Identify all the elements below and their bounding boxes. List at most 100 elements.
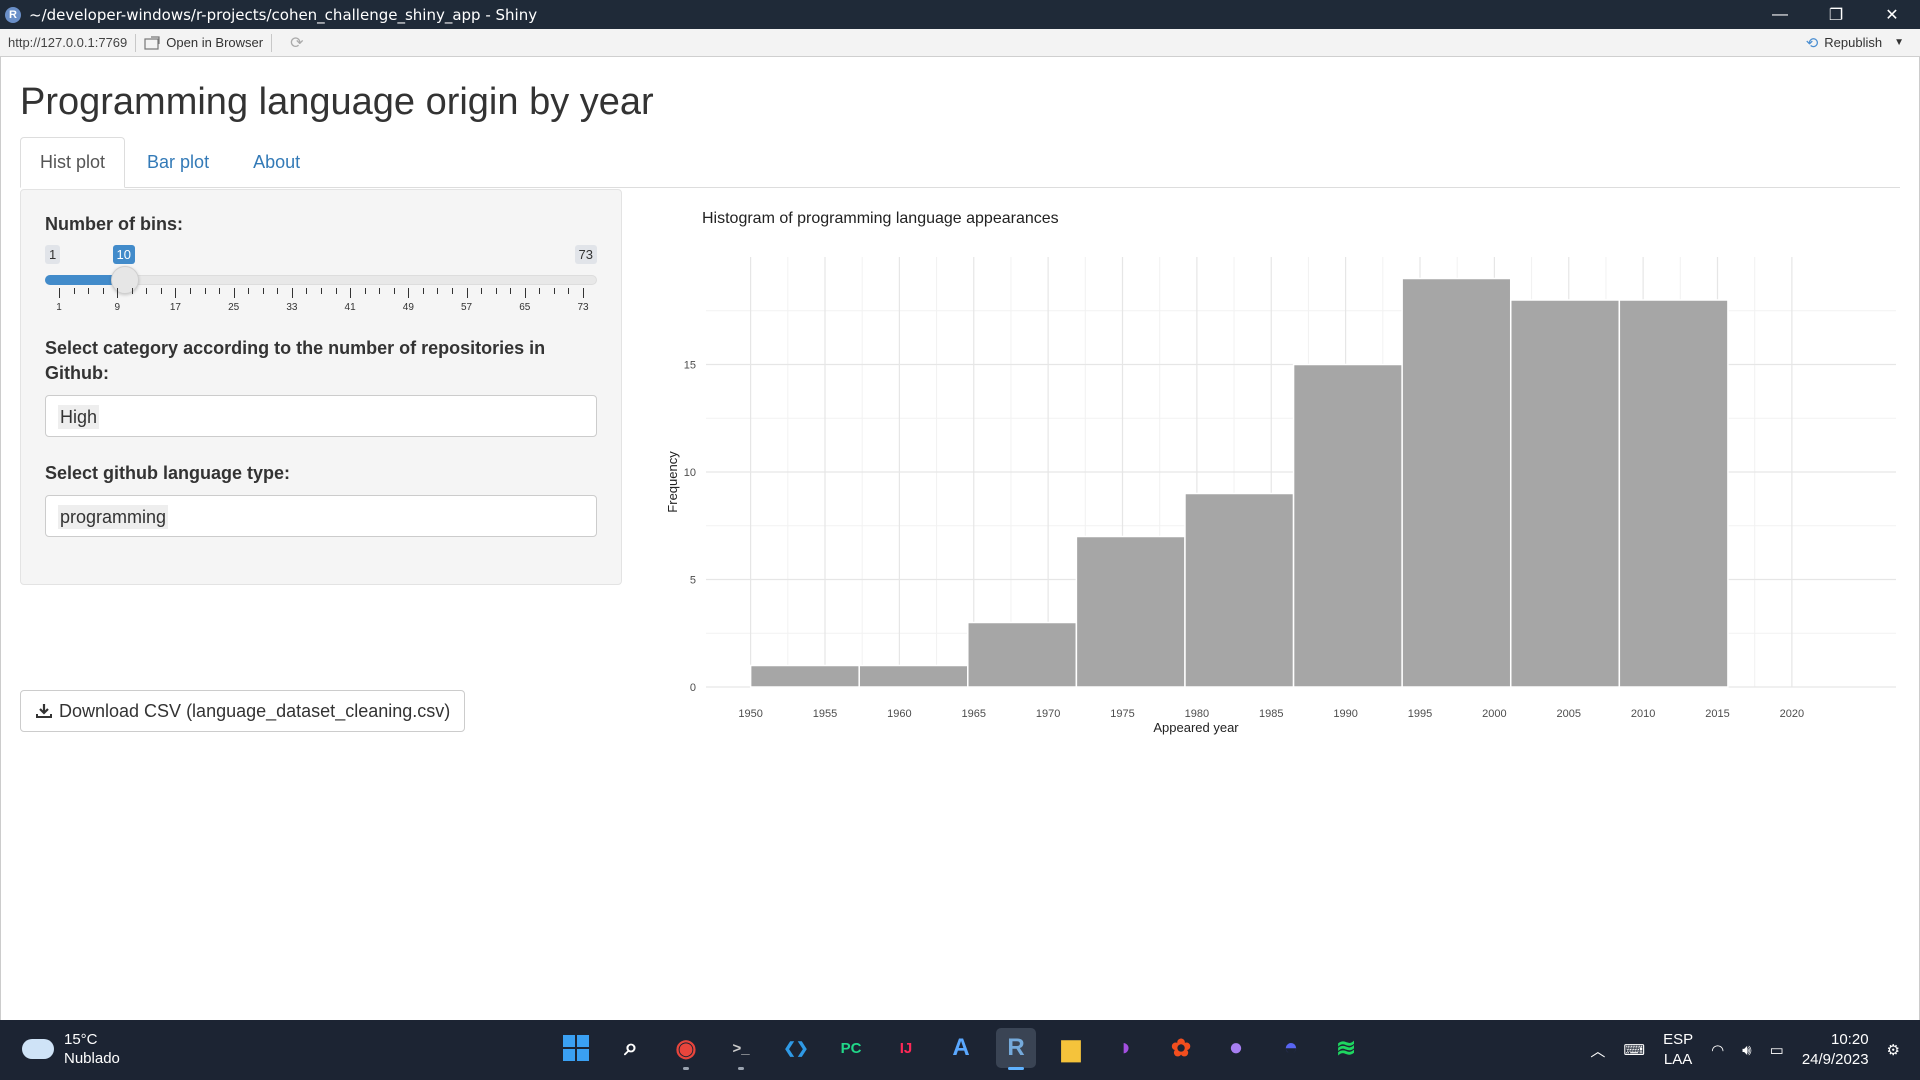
- x-tick-label: 2020: [1780, 708, 1804, 720]
- keyboard-icon[interactable]: ⌨: [1623, 1041, 1645, 1059]
- slider-handle[interactable]: [110, 266, 139, 294]
- language-type-selected-value: programming: [58, 505, 169, 529]
- x-tick-label: 1975: [1110, 708, 1134, 720]
- weather-widget[interactable]: 15°C Nublado: [22, 1030, 120, 1068]
- slider-tick-label: 33: [286, 302, 298, 313]
- x-axis-label: Appeared year: [1153, 720, 1239, 735]
- slider-major-tick: [408, 288, 410, 298]
- slider-tick-label: 65: [519, 302, 531, 313]
- x-tick-label: 1955: [813, 708, 837, 720]
- pycharm-icon[interactable]: PC: [831, 1028, 871, 1068]
- republish-label: Republish: [1824, 35, 1883, 50]
- rstudio-app-icon: R: [5, 6, 21, 23]
- intellij-icon[interactable]: IJ: [886, 1028, 926, 1068]
- slider-tick-label: 17: [169, 302, 181, 313]
- slider-minor-tick: [321, 288, 322, 294]
- category-selected-value: High: [58, 405, 100, 429]
- divider: [135, 33, 137, 52]
- bins-label: Number of bins:: [45, 214, 183, 234]
- download-icon: [36, 704, 52, 718]
- input-language[interactable]: ESP LAA: [1663, 1030, 1693, 1070]
- window-title: ~/developer-windows/r-projects/cohen_cha…: [29, 5, 538, 24]
- category-label: Select category according to the number …: [45, 338, 546, 383]
- histogram-bar: [1618, 299, 1729, 688]
- slider-minor-tick: [437, 288, 439, 294]
- figma-icon[interactable]: ✿: [1161, 1028, 1201, 1068]
- close-button[interactable]: ✕: [1864, 0, 1920, 29]
- chevron-down-icon[interactable]: ▼: [1894, 37, 1904, 48]
- republish-icon: ⟲: [1805, 34, 1819, 52]
- slider-tick-label: 73: [577, 302, 589, 313]
- refresh-icon[interactable]: ⟳: [290, 33, 303, 53]
- url-text[interactable]: http://127.0.0.1:7769: [8, 35, 127, 50]
- minimize-button[interactable]: —: [1752, 0, 1808, 29]
- language-type-select[interactable]: programming: [45, 495, 597, 537]
- open-window-icon: [144, 35, 160, 50]
- language-type-label: Select github language type:: [45, 463, 291, 483]
- category-select[interactable]: High: [45, 395, 597, 437]
- slider-major-tick: [350, 288, 352, 298]
- app-store-icon[interactable]: A: [941, 1028, 981, 1068]
- bins-slider[interactable]: 1 10 73 1 9 17 25 33 41 49 57 65 73: [45, 245, 597, 315]
- slider-minor-tick: [262, 288, 264, 294]
- battery-icon[interactable]: ▭: [1770, 1041, 1784, 1059]
- date: 24/9/2023: [1801, 1051, 1869, 1068]
- histogram-bar: [1184, 492, 1295, 688]
- download-label: Download CSV (language_dataset_cleaning.…: [59, 700, 451, 721]
- open-in-browser-button[interactable]: Open in Browser: [144, 35, 263, 50]
- x-tick-label: 1980: [1185, 708, 1209, 720]
- slider-tick-label: 1: [56, 302, 62, 313]
- chrome-icon[interactable]: ◉: [666, 1028, 706, 1070]
- histogram-bar: [858, 664, 969, 688]
- discord-icon[interactable]: ◓: [1271, 1028, 1311, 1068]
- weather-condition: Nublado: [64, 1050, 120, 1067]
- keyboard-layout: LAA: [1663, 1051, 1693, 1068]
- file-explorer-icon[interactable]: ▆: [1051, 1028, 1091, 1068]
- histogram-bar: [967, 621, 1078, 688]
- clock[interactable]: 10:20 24/9/2023: [1802, 1030, 1869, 1070]
- system-tray: ︿ ⌨ ESP LAA ◠ 🔊︎ ▭ 10:20 24/9/2023 ⚙︎: [1590, 1028, 1900, 1072]
- wifi-icon[interactable]: ◠: [1711, 1041, 1724, 1059]
- windows-start-icon[interactable]: [556, 1028, 596, 1068]
- volume-icon[interactable]: 🔊︎: [1742, 1042, 1751, 1059]
- slider-minor-tick: [379, 288, 381, 294]
- histogram-chart: 1950 1955 1960 1965 1970 1975 1980 1985 1990 1995…: [651, 187, 1901, 747]
- vscode-icon[interactable]: ❮❯: [776, 1028, 816, 1068]
- notifications-icon[interactable]: ⚙︎: [1887, 1041, 1900, 1059]
- slider-minor-tick: [219, 288, 221, 294]
- y-axis-label: Frequency: [665, 451, 680, 513]
- terminal-icon[interactable]: >_: [721, 1028, 761, 1070]
- republish-button[interactable]: ⟲ Republish ▼: [1806, 34, 1904, 52]
- spotify-icon[interactable]: ≋: [1326, 1028, 1366, 1068]
- slider-minor-tick: [452, 288, 453, 294]
- slider-minor-tick: [146, 288, 148, 294]
- slider-minor-tick: [204, 288, 206, 294]
- tab-hist-plot[interactable]: Hist plot: [20, 137, 126, 188]
- github-icon[interactable]: ●: [1216, 1028, 1256, 1068]
- page-title: Programming language origin by year: [20, 81, 654, 123]
- slider-tick-label: 25: [228, 302, 240, 313]
- chevron-up-icon[interactable]: ︿: [1590, 1040, 1605, 1061]
- viewer-address-bar: http://127.0.0.1:7769 Open in Browser ⟳ …: [0, 29, 1920, 57]
- restore-button[interactable]: ❐: [1808, 0, 1864, 29]
- slider-minor-tick: [568, 288, 570, 294]
- slider-value-label: 10: [112, 245, 135, 264]
- slider-max-label: 73: [574, 245, 597, 264]
- tab-bar-plot[interactable]: Bar plot: [125, 137, 231, 188]
- tab-bar: Hist plot Bar plot About: [20, 137, 1900, 188]
- rstudio-icon[interactable]: R: [996, 1028, 1036, 1070]
- podcast-icon[interactable]: ◗: [1106, 1028, 1146, 1068]
- x-tick-label: 1985: [1259, 708, 1283, 720]
- x-tick-label: 1995: [1408, 708, 1432, 720]
- tab-about[interactable]: About: [231, 137, 322, 188]
- download-csv-button[interactable]: Download CSV (language_dataset_cleaning.…: [20, 690, 466, 732]
- slider-minor-tick: [190, 288, 191, 294]
- x-tick-label: 2015: [1705, 708, 1729, 720]
- x-tick-label: 1970: [1036, 708, 1060, 720]
- sidebar-panel: Number of bins: 1 10 73 1 9 17 25 33 41 49 57 65…: [20, 189, 622, 585]
- windows-taskbar: 15°C Nublado ⌕ ◉ >_ ❮❯ PC IJ A R ▆ ◗ ✿ ● ◓ ≋ ︿ ⌨ ESP …: [0, 1020, 1920, 1080]
- histogram-bar: [1401, 277, 1512, 688]
- chart-title: Histogram of programming language appear…: [702, 210, 1059, 227]
- search-icon[interactable]: ⌕: [611, 1028, 651, 1068]
- x-tick-label: 1950: [738, 708, 762, 720]
